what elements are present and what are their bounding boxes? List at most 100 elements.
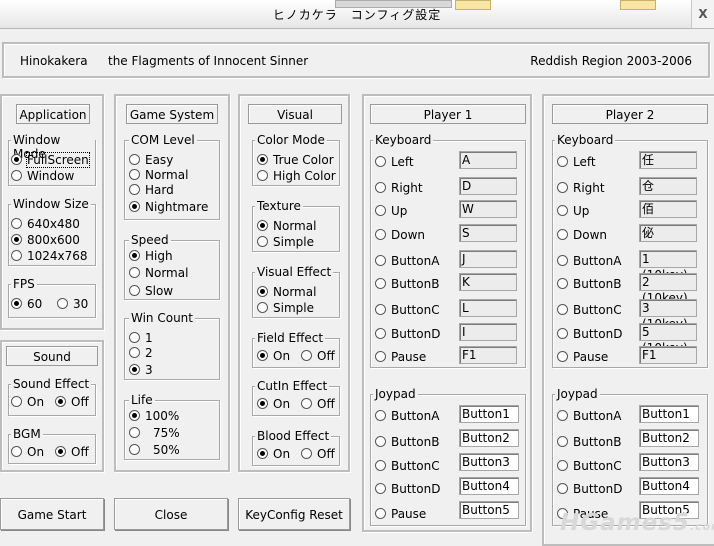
- p2-key-up[interactable]: Up: [557, 204, 589, 218]
- life-100[interactable]: 100%: [129, 409, 179, 423]
- p2-pad-buttonb[interactable]: ButtonB: [557, 435, 621, 449]
- radio-icon: [557, 436, 568, 447]
- p2-pad-buttona[interactable]: ButtonA: [557, 409, 621, 423]
- p1-pad-buttona-field[interactable]: Button1: [459, 405, 519, 423]
- p1-pad-buttonc-field[interactable]: Button3: [459, 453, 519, 471]
- bgm-off[interactable]: Off: [55, 445, 89, 459]
- p1-key-down[interactable]: Down: [375, 228, 425, 242]
- life-75[interactable]: 75%: [129, 426, 180, 440]
- p2-pad-buttonb-field[interactable]: Button2: [639, 429, 699, 447]
- p2-key-buttond-field[interactable]: 5 (10key): [639, 323, 697, 355]
- p1-key-right-field[interactable]: D: [459, 177, 517, 195]
- p2-pad-buttonc-field[interactable]: Button3: [639, 453, 699, 471]
- p1-key-buttonc-field[interactable]: L: [459, 299, 517, 317]
- p1-pad-buttonb-field[interactable]: Button2: [459, 429, 519, 447]
- color-true[interactable]: True Color: [257, 153, 334, 167]
- p2-key-buttonb[interactable]: ButtonB: [557, 277, 621, 291]
- p1-pad-pause-field[interactable]: Button5: [459, 501, 519, 519]
- p2-key-right-field[interactable]: 仓: [639, 177, 697, 195]
- p1-pad-buttond[interactable]: ButtonD: [375, 482, 440, 496]
- size-800[interactable]: 800x600: [11, 233, 80, 247]
- p2-key-buttonc[interactable]: ButtonC: [557, 303, 622, 317]
- color-high[interactable]: High Color: [257, 169, 336, 183]
- game-start-button[interactable]: Game Start: [0, 498, 104, 530]
- p2-key-buttona[interactable]: ButtonA: [557, 254, 621, 268]
- radio-icon: [557, 278, 568, 289]
- radio-icon: [375, 483, 386, 494]
- visual-effect-normal[interactable]: Normal: [257, 285, 316, 299]
- field-effect-on[interactable]: On: [257, 349, 290, 363]
- p2-pad-buttond[interactable]: ButtonD: [557, 482, 622, 496]
- p1-key-pause[interactable]: Pause: [375, 350, 426, 364]
- p1-key-pause-field[interactable]: F1: [459, 346, 517, 364]
- cutin-effect-on[interactable]: On: [257, 397, 290, 411]
- p1-pad-buttonc[interactable]: ButtonC: [375, 459, 440, 473]
- p2-key-buttona-field[interactable]: 1 (10key): [639, 250, 697, 282]
- p2-key-buttonc-field[interactable]: 3 (10key): [639, 299, 697, 331]
- p1-pad-buttonb[interactable]: ButtonB: [375, 435, 439, 449]
- visual-effect-simple[interactable]: Simple: [257, 301, 314, 315]
- p1-key-buttona-field[interactable]: J: [459, 250, 517, 268]
- option-label: 800x600: [27, 233, 80, 247]
- win-count-3[interactable]: 3: [129, 363, 153, 377]
- size-640[interactable]: 640x480: [11, 217, 80, 231]
- win-count-2[interactable]: 2: [129, 346, 153, 360]
- p1-pad-buttona[interactable]: ButtonA: [375, 409, 439, 423]
- p1-key-up-field[interactable]: W: [459, 200, 517, 218]
- p1-key-left[interactable]: Left: [375, 155, 414, 169]
- win-count-1[interactable]: 1: [129, 331, 153, 345]
- p2-key-right[interactable]: Right: [557, 181, 605, 195]
- p1-key-up[interactable]: Up: [375, 204, 407, 218]
- p2-key-left-field[interactable]: 任: [639, 151, 697, 169]
- field-effect-label: Field Effect: [255, 331, 326, 345]
- p1-key-left-field[interactable]: A: [459, 151, 517, 169]
- size-1024[interactable]: 1024x768: [11, 249, 88, 263]
- p1-key-buttond-field[interactable]: I: [459, 323, 517, 341]
- cutin-effect-off[interactable]: Off: [301, 397, 335, 411]
- fps-60[interactable]: 60: [11, 297, 42, 311]
- p1-key-down-field[interactable]: S: [459, 224, 517, 242]
- p2-key-left[interactable]: Left: [557, 155, 596, 169]
- blood-effect-off[interactable]: Off: [301, 447, 335, 461]
- p1-key-buttonc[interactable]: ButtonC: [375, 303, 440, 317]
- p2-key-buttonb-field[interactable]: 2 (10key): [639, 273, 697, 305]
- life-50[interactable]: 50%: [129, 443, 180, 457]
- p2-key-buttond[interactable]: ButtonD: [557, 327, 622, 341]
- p1-key-right[interactable]: Right: [375, 181, 423, 195]
- sound-effect-off[interactable]: Off: [55, 395, 89, 409]
- com-hard[interactable]: Hard: [129, 183, 174, 197]
- p2-key-down[interactable]: Down: [557, 228, 607, 242]
- close-icon[interactable]: X: [691, 0, 714, 28]
- sound-effect-on[interactable]: On: [11, 395, 44, 409]
- p2-key-pause[interactable]: Pause: [557, 350, 608, 364]
- p2-key-down-field[interactable]: 佖: [639, 224, 697, 242]
- speed-slow[interactable]: Slow: [129, 284, 173, 298]
- com-normal[interactable]: Normal: [129, 168, 188, 182]
- p1-pad-buttond-field[interactable]: Button4: [459, 477, 519, 495]
- speed-high[interactable]: High: [129, 249, 173, 263]
- fps-30[interactable]: 30: [57, 297, 88, 311]
- bgm-on[interactable]: On: [11, 445, 44, 459]
- com-nightmare[interactable]: Nightmare: [129, 200, 208, 214]
- p2-pad-buttond-field[interactable]: Button4: [639, 477, 699, 495]
- p1-pad-pause[interactable]: Pause: [375, 507, 426, 521]
- blood-effect-on[interactable]: On: [257, 447, 290, 461]
- p2-key-up-field[interactable]: 佰: [639, 200, 697, 218]
- p2-pad-buttona-field[interactable]: Button1: [639, 405, 699, 423]
- p1-key-buttond[interactable]: ButtonD: [375, 327, 440, 341]
- speed-normal[interactable]: Normal: [129, 266, 188, 280]
- close-button[interactable]: Close: [114, 498, 228, 530]
- p2-pad-buttonc[interactable]: ButtonC: [557, 459, 622, 473]
- window-mode-window[interactable]: Window: [11, 169, 74, 183]
- p1-key-buttonb[interactable]: ButtonB: [375, 277, 439, 291]
- p2-key-pause-field[interactable]: F1: [639, 346, 697, 364]
- p1-key-buttonb-field[interactable]: K: [459, 273, 517, 291]
- field-effect-off[interactable]: Off: [301, 349, 335, 363]
- window-mode-fullscreen[interactable]: FullScreen: [11, 152, 90, 168]
- texture-normal[interactable]: Normal: [257, 219, 316, 233]
- radio-icon: [301, 398, 312, 409]
- keyconfig-reset-button[interactable]: KeyConfig Reset: [238, 498, 350, 530]
- texture-simple[interactable]: Simple: [257, 235, 314, 249]
- p1-key-buttona[interactable]: ButtonA: [375, 254, 439, 268]
- com-easy[interactable]: Easy: [129, 153, 173, 167]
